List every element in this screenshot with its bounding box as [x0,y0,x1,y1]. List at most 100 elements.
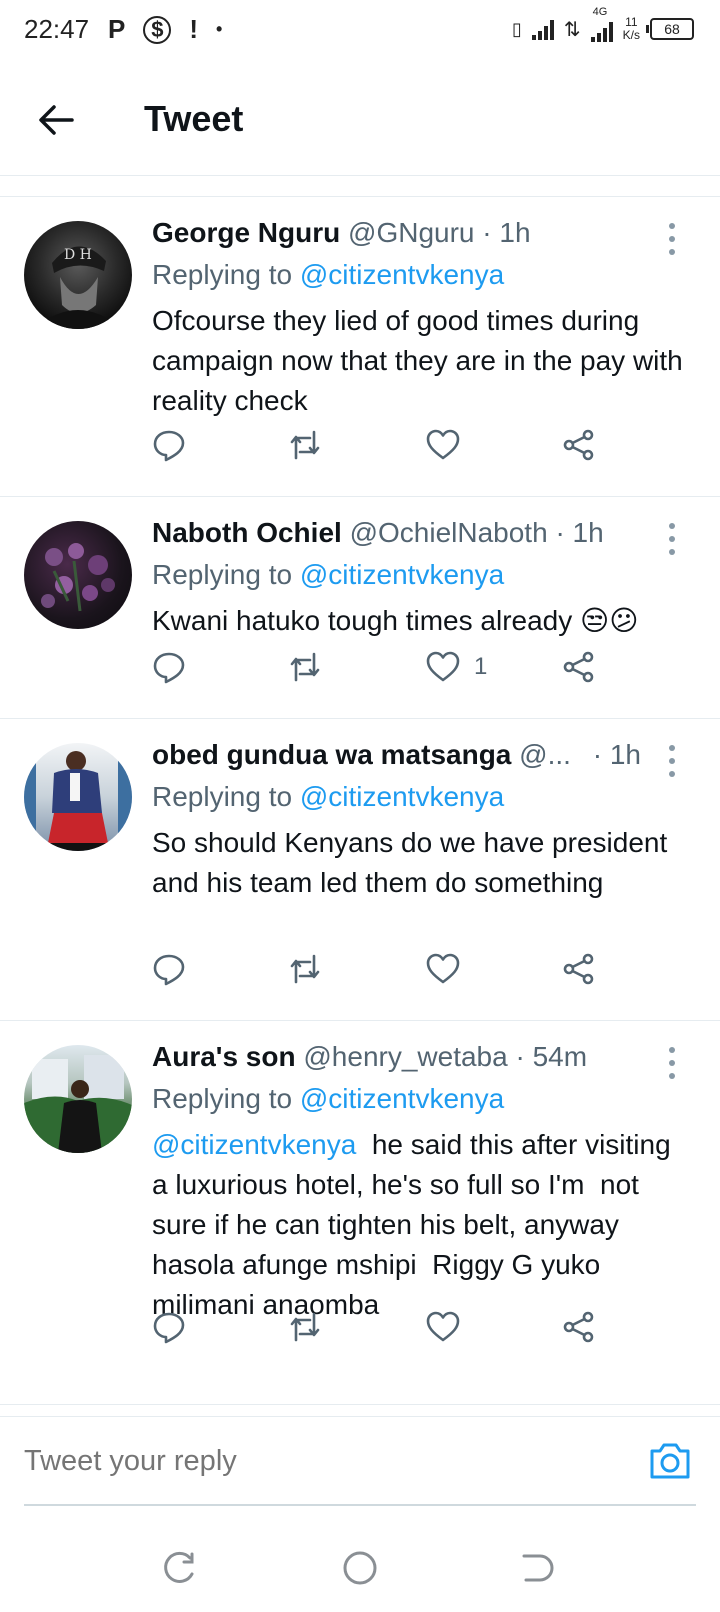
display-name[interactable]: Naboth Ochiel [152,517,342,548]
reply-tweet[interactable]: obed gundua wa matsanga @... · 1h Replyi… [0,719,720,1021]
replying-to-label: Replying to [152,559,293,590]
tweet-text: So should Kenyans do we have president a… [152,827,668,898]
share-button[interactable] [562,1305,596,1349]
tweet-time: 54m [532,1041,588,1072]
avatar-image [24,743,132,851]
reply-button[interactable] [152,1305,186,1349]
share-button[interactable] [562,423,596,467]
separator-dot: · [555,517,565,548]
retweet-button[interactable] [288,1305,322,1349]
retweet-button[interactable] [288,645,322,689]
tweet-text: @citizentvkenya he said this after visit… [152,1125,692,1325]
retweet-button[interactable] [288,947,322,991]
notification-icons: P $ ! • [108,14,222,45]
retweet-button[interactable] [288,423,322,467]
back-button[interactable] [30,94,82,146]
parking-app-icon: P [108,14,126,44]
money-bag-icon: $ [143,15,172,44]
reply-icon [153,954,185,986]
like-button[interactable] [426,1305,474,1349]
like-button[interactable] [426,947,474,991]
more-options-button[interactable] [660,219,684,259]
user-handle[interactable]: @GNguru [348,217,474,248]
retweet-icon [290,1312,320,1342]
tweet-actions [152,1305,632,1349]
retweet-icon [290,652,320,682]
battery-icon: 68 [646,18,694,40]
tweet-time: 1h [609,739,641,770]
user-handle[interactable]: @OchielNaboth [350,517,548,548]
replying-to: Replying to @citizentvkenya [152,781,504,813]
more-options-button[interactable] [660,741,684,781]
replying-to: Replying to @citizentvkenya [152,1083,504,1115]
reply-input-underline [24,1504,696,1506]
avatar[interactable]: D H [24,221,132,329]
user-handle[interactable]: @henry_wetaba [303,1041,507,1072]
separator-dot: · [592,739,603,770]
more-notifications-icon: • [216,19,223,39]
tweet-actions [152,947,632,991]
reply-icon [153,1312,185,1344]
more-options-button[interactable] [660,519,684,559]
like-count: 1 [474,653,488,680]
page-title: Tweet [144,98,244,139]
share-icon [563,429,594,461]
share-button[interactable] [562,645,596,689]
user-handle[interactable]: @... [519,739,571,770]
like-icon [426,429,460,460]
nav-back-button[interactable] [518,1548,558,1588]
replying-to-mention[interactable]: @citizentvkenya [300,259,504,290]
reply-icon [153,430,185,462]
reply-icon [153,652,185,684]
arrow-left-icon [39,105,74,135]
tweet-text: Kwani hatuko tough times already 😒😕 [152,605,639,636]
reply-input[interactable] [24,1439,584,1483]
display-name[interactable]: George Nguru [152,217,340,248]
avatar[interactable] [24,521,132,629]
avatar-image: D H [34,246,122,329]
replying-to-mention[interactable]: @citizentvkenya [300,559,504,590]
network-speed: 11 K/s [623,16,640,42]
like-button[interactable] [426,423,474,467]
retweet-icon [290,430,320,460]
more-options-button[interactable] [660,1043,684,1083]
replying-to-label: Replying to [152,259,293,290]
nav-recents-icon [164,1551,194,1583]
vibrate-icon: ▯ [511,18,522,39]
tweet-actions [152,423,632,467]
alert-icon: ! [189,14,199,44]
reply-tweet[interactable]: Aura's son @henry_wetaba · 54m Replying … [0,1021,720,1405]
like-icon [426,953,460,984]
speed-unit: K/s [622,28,640,42]
camera-button[interactable] [646,1437,694,1485]
tweet-header: obed gundua wa matsanga @... · 1h [152,739,660,771]
replying-to-mention[interactable]: @citizentvkenya [300,1083,504,1114]
data-transfer-icon: ⇅ [563,18,581,41]
reply-button[interactable] [152,645,186,689]
share-button[interactable] [562,947,596,991]
system-status: ▯ ⇅ 4G 11 K/s 68 [511,6,694,42]
reply-button[interactable] [152,947,186,991]
reply-tweet[interactable]: Naboth Ochiel @OchielNaboth · 1h Replyin… [0,497,720,719]
replying-to: Replying to @citizentvkenya [152,559,504,591]
retweet-icon [290,954,320,984]
signal-icon [531,18,554,40]
tweet-text: Ofcourse they lied of good times during … [152,305,683,416]
like-button[interactable]: 1 [426,645,487,689]
replying-to-mention[interactable]: @citizentvkenya [300,781,504,812]
share-icon [563,953,594,985]
nav-home-icon [343,1551,377,1585]
display-name[interactable]: obed gundua wa matsanga [152,739,511,770]
tweet-mention[interactable]: @citizentvkenya [152,1129,356,1160]
reply-button[interactable] [152,423,186,467]
share-icon [563,651,594,683]
avatar[interactable] [24,1045,132,1153]
like-icon [426,1311,460,1342]
nav-recents-button[interactable] [160,1548,200,1588]
tweet-header: Naboth Ochiel @OchielNaboth · 1h [152,517,660,549]
nav-home-button[interactable] [340,1548,380,1588]
reply-tweet[interactable]: D H George Nguru @GNguru · 1h Replying t… [0,197,720,497]
avatar[interactable] [24,743,132,851]
tweet-header: George Nguru @GNguru · 1h [152,217,660,249]
display-name[interactable]: Aura's son [152,1041,296,1072]
